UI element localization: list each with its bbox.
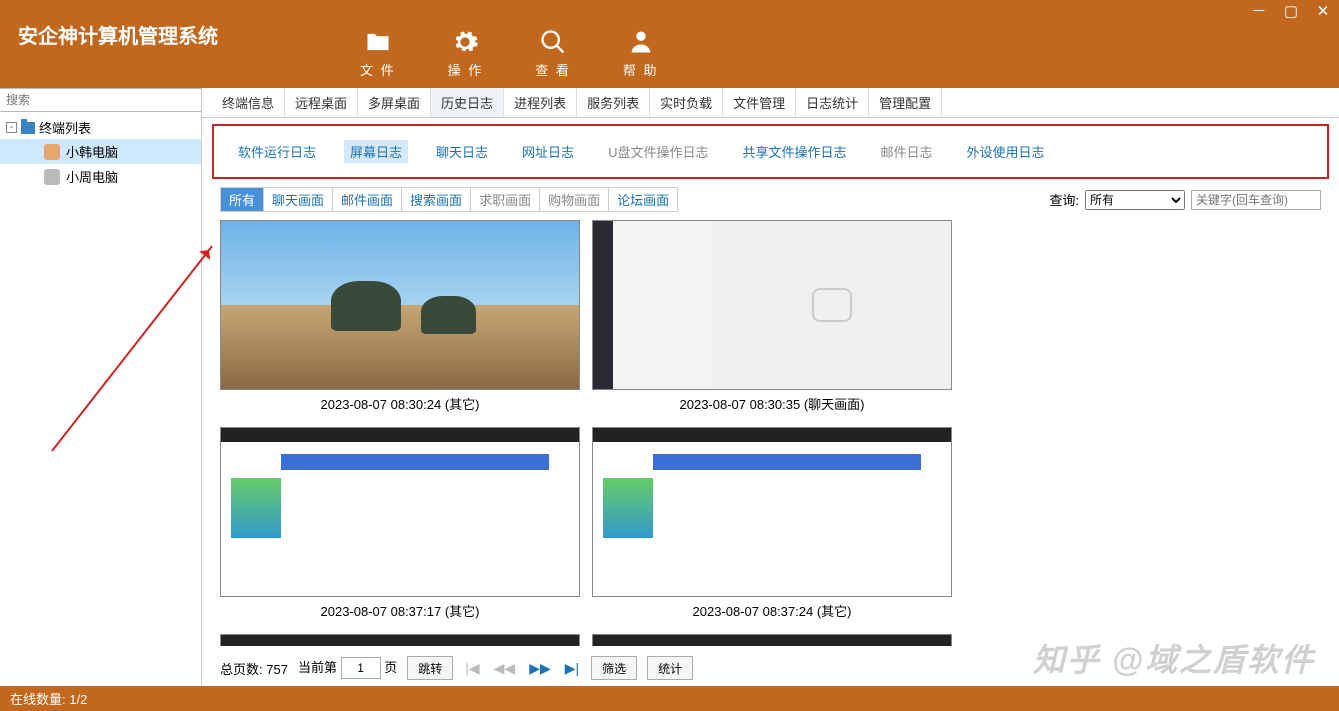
module-tab-4[interactable]: 进程列表: [504, 88, 577, 117]
module-tabs: 终端信息远程桌面多屏桌面历史日志进程列表服务列表实时负载文件管理日志统计管理配置: [202, 88, 1339, 118]
screenshot-caption: 2023-08-07 08:37:17 (其它): [220, 597, 580, 620]
filter-tab-1[interactable]: 聊天画面: [264, 188, 333, 211]
screenshot-thumb-2: 2023-08-07 08:37:17 (其它): [220, 427, 580, 620]
screenshot-caption: 2023-08-07 08:30:24 (其它): [220, 390, 580, 413]
gear-icon: [451, 28, 479, 56]
main-toolbar: 文 件 操 作 查 看 帮 助: [360, 28, 659, 79]
close-button[interactable]: ✕: [1313, 2, 1333, 20]
filter-tab-0[interactable]: 所有: [221, 188, 264, 211]
toolbar-file[interactable]: 文 件: [360, 28, 396, 79]
screenshot-grid: 2023-08-07 08:30:24 (其它) 2023-08-07 08:30…: [202, 216, 1339, 646]
filter-button[interactable]: 筛选: [591, 656, 637, 680]
screenshot-image[interactable]: [220, 427, 580, 597]
toolbar-operate[interactable]: 操 作: [448, 28, 484, 79]
module-tab-5[interactable]: 服务列表: [577, 88, 650, 117]
toolbar-view[interactable]: 查 看: [535, 28, 571, 79]
sidebar: - 终端列表 小韩电脑 小周电脑: [0, 88, 202, 688]
tree-root[interactable]: - 终端列表: [0, 116, 201, 139]
stats-button[interactable]: 统计: [647, 656, 693, 680]
terminal-item-han[interactable]: 小韩电脑: [0, 139, 201, 164]
log-type-3[interactable]: 网址日志: [516, 140, 580, 163]
screenshot-image[interactable]: [592, 427, 952, 597]
screenshot-caption: 2023-08-07 08:30:35 (聊天画面): [592, 390, 952, 413]
page-input[interactable]: [341, 657, 381, 679]
screenshot-thumb-0: 2023-08-07 08:30:24 (其它): [220, 220, 580, 413]
module-tab-9[interactable]: 管理配置: [869, 88, 942, 117]
log-type-0[interactable]: 软件运行日志: [232, 140, 322, 163]
search-input[interactable]: [0, 89, 201, 111]
log-type-7[interactable]: 外设使用日志: [960, 140, 1050, 163]
keyword-input[interactable]: [1191, 190, 1321, 210]
next-page-icon[interactable]: ▶▶: [527, 660, 553, 677]
title-bar: 安企神计算机管理系统 文 件 操 作 查 看 帮 助 ─ ▢ ✕: [0, 0, 1339, 88]
screenshot-thumb-3: 2023-08-07 08:37:24 (其它): [592, 427, 952, 620]
log-type-6[interactable]: 邮件日志: [874, 140, 938, 163]
log-type-2[interactable]: 聊天日志: [430, 140, 494, 163]
query-label: 查询:: [1049, 190, 1079, 209]
screenshot-thumb-4: 2023-08-07 08:38:24 (其它): [220, 634, 580, 646]
status-bar: 在线数量: 1/2: [0, 686, 1339, 711]
filter-bar: 所有聊天画面邮件画面搜索画面求职画面购物画面论坛画面 查询: 所有: [202, 183, 1339, 216]
content-area: 终端信息远程桌面多屏桌面历史日志进程列表服务列表实时负载文件管理日志统计管理配置…: [202, 88, 1339, 688]
screenshot-image[interactable]: [592, 220, 952, 390]
terminal-tree: - 终端列表 小韩电脑 小周电脑: [0, 112, 201, 193]
maximize-button[interactable]: ▢: [1281, 2, 1301, 20]
log-type-4[interactable]: U盘文件操作日志: [602, 140, 714, 163]
total-pages-label: 总页数: 757: [220, 659, 288, 678]
search-icon: [539, 28, 567, 56]
folder-icon: [21, 122, 35, 134]
jump-button[interactable]: 跳转: [407, 656, 453, 680]
module-tab-3[interactable]: 历史日志: [431, 88, 504, 117]
module-tab-7[interactable]: 文件管理: [723, 88, 796, 117]
module-tab-1[interactable]: 远程桌面: [285, 88, 358, 117]
screenshot-thumb-5: 2023-08-07 08:39:24 (其它): [592, 634, 952, 646]
filter-tab-3[interactable]: 搜索画面: [402, 188, 471, 211]
module-tab-0[interactable]: 终端信息: [212, 88, 285, 117]
filter-tab-2[interactable]: 邮件画面: [333, 188, 402, 211]
last-page-icon[interactable]: ▶|: [563, 660, 581, 677]
log-type-5[interactable]: 共享文件操作日志: [736, 140, 852, 163]
module-tab-2[interactable]: 多屏桌面: [358, 88, 431, 117]
first-page-icon[interactable]: |◀: [463, 660, 481, 677]
collapse-icon[interactable]: -: [6, 122, 17, 133]
screenshot-image[interactable]: [592, 634, 952, 646]
screenshot-image[interactable]: [220, 220, 580, 390]
filter-tab-4[interactable]: 求职画面: [471, 188, 540, 211]
person-icon: [627, 28, 655, 56]
screenshot-thumb-1: 2023-08-07 08:30:35 (聊天画面): [592, 220, 952, 413]
filter-tab-6[interactable]: 论坛画面: [609, 188, 677, 211]
window-controls: ─ ▢ ✕: [1249, 2, 1333, 20]
sidebar-search: [0, 88, 201, 112]
prev-page-icon[interactable]: ◀◀: [492, 660, 518, 677]
current-page-label: 当前第 页: [298, 657, 397, 679]
category-tabs: 所有聊天画面邮件画面搜索画面求职画面购物画面论坛画面: [220, 187, 678, 212]
avatar-icon: [44, 169, 60, 185]
pager: 总页数: 757 当前第 页 跳转 |◀ ◀◀ ▶▶ ▶| 筛选 统计: [202, 646, 1339, 688]
toolbar-help[interactable]: 帮 助: [623, 28, 659, 79]
log-type-tabs: 软件运行日志屏幕日志聊天日志网址日志 U盘文件操作日志共享文件操作日志邮件日志外设…: [212, 124, 1329, 179]
screenshot-caption: 2023-08-07 08:37:24 (其它): [592, 597, 952, 620]
query-select[interactable]: 所有: [1085, 190, 1185, 210]
module-tab-8[interactable]: 日志统计: [796, 88, 869, 117]
module-tab-6[interactable]: 实时负载: [650, 88, 723, 117]
terminal-item-zhou[interactable]: 小周电脑: [0, 164, 201, 189]
avatar-icon: [44, 144, 60, 160]
filter-tab-5[interactable]: 购物画面: [540, 188, 609, 211]
log-type-1[interactable]: 屏幕日志: [344, 140, 408, 163]
app-title: 安企神计算机管理系统: [0, 0, 218, 49]
minimize-button[interactable]: ─: [1249, 2, 1269, 20]
screenshot-image[interactable]: [220, 634, 580, 646]
folder-icon: [364, 28, 392, 56]
